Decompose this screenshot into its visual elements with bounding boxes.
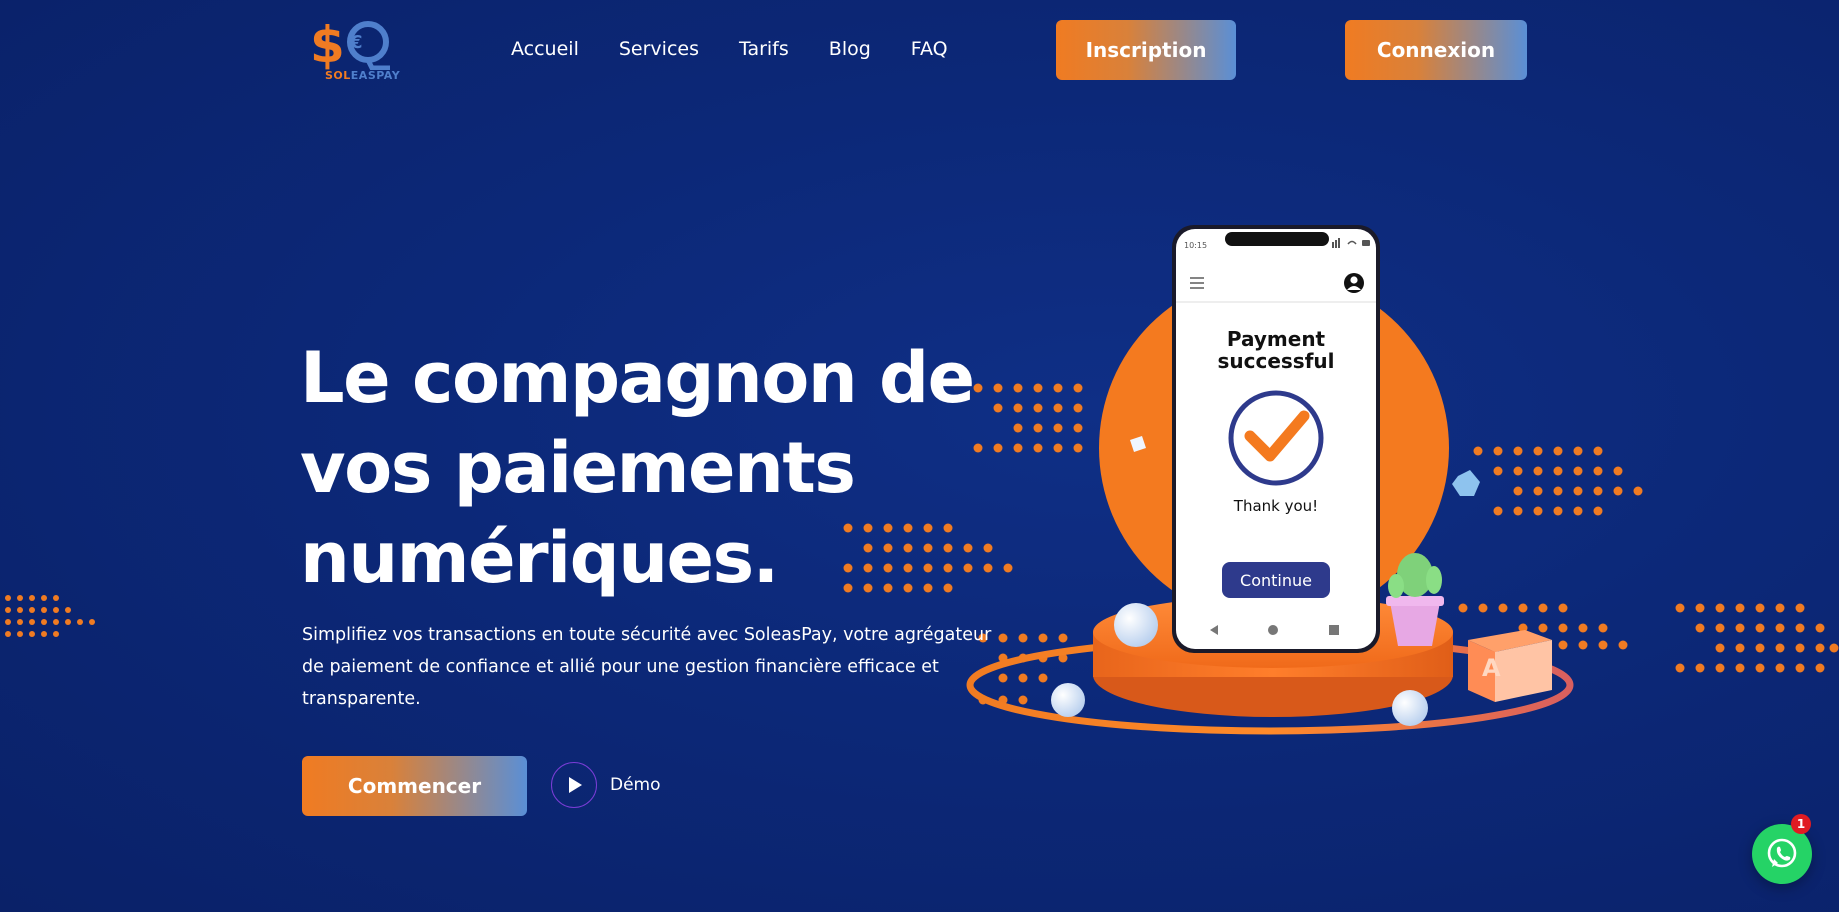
logo-wordmark: SOLEASPAY [325, 69, 401, 82]
phone-time: 10:15 [1184, 241, 1207, 250]
nav-item-accueil[interactable]: Accueil [511, 38, 579, 60]
hero-subtitle: Simplifiez vos transactions en toute séc… [302, 625, 992, 709]
hero-title: Le compagnon de vos paiements numériques… [300, 333, 1000, 603]
nav-item-services[interactable]: Services [619, 38, 699, 60]
nav-item-tarifs[interactable]: Tarifs [739, 38, 789, 60]
nav-item-faq[interactable]: FAQ [911, 38, 948, 60]
dot-pattern-left [5, 595, 95, 637]
cube-blue [1452, 470, 1480, 496]
nav-item-blog[interactable]: Blog [829, 38, 871, 60]
phone-mockup: 10:15 Payment successful Thank you! Cont… [1172, 225, 1380, 653]
phone-continue-label: Continue [1240, 571, 1312, 590]
cube-letter: A [1482, 654, 1501, 682]
svg-text:€: € [349, 32, 363, 53]
success-check-icon [1228, 390, 1324, 486]
get-started-button[interactable]: Commencer [302, 756, 527, 816]
demo-label: Démo [610, 775, 661, 795]
svg-text:$: $ [310, 18, 345, 70]
whatsapp-icon [1767, 838, 1797, 868]
thank-you-text: Thank you! [1233, 497, 1318, 515]
hero-title-line2: vos paiements [300, 427, 856, 509]
payment-heading-line1: Payment [1227, 327, 1326, 351]
logo[interactable]: $ € SOLEASPAY [310, 18, 400, 82]
payment-heading-line2: successful [1217, 349, 1334, 373]
signup-button[interactable]: Inscription [1056, 20, 1236, 80]
play-icon [551, 762, 597, 808]
white-sphere [1114, 603, 1158, 647]
hero-title-line3: numériques. [300, 517, 779, 599]
notification-badge: 1 [1791, 814, 1811, 834]
login-button[interactable]: Connexion [1345, 20, 1527, 80]
soleaspay-logo-icon: $ € [310, 18, 390, 70]
demo-button[interactable]: Démo [551, 762, 661, 808]
hero-title-line1: Le compagnon de [300, 337, 975, 419]
main-nav: Accueil Services Tarifs Blog FAQ [511, 38, 988, 60]
letter-cube: A [1468, 630, 1552, 702]
dot-pattern-far-right [1675, 603, 1839, 673]
